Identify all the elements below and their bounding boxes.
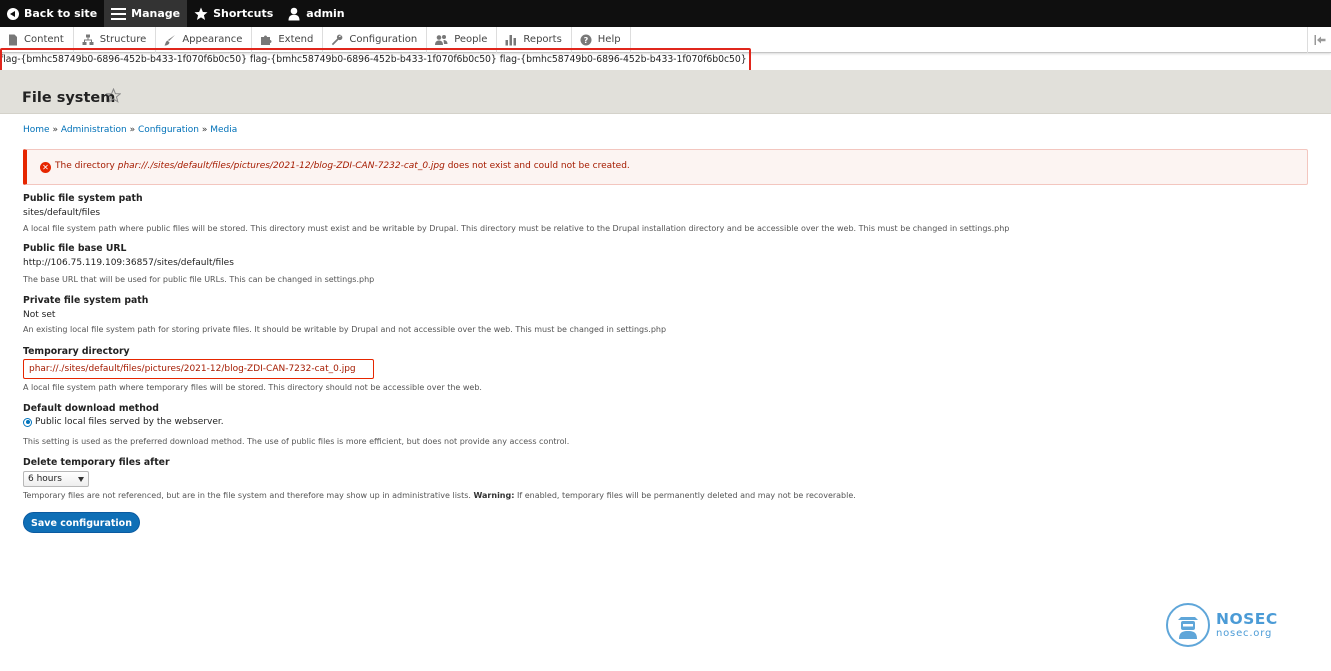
hamburger-icon	[111, 7, 127, 20]
nosec-domain: nosec.org	[1216, 628, 1273, 639]
public-url-value: http://106.75.119.109:36857/sites/defaul…	[23, 258, 234, 268]
radio-selected[interactable]	[23, 417, 32, 427]
delete-temp-label: Delete temporary files after	[23, 457, 170, 468]
delete-temp-desc-warning: Warning:	[473, 491, 515, 500]
delete-temp-desc-suffix: If enabled, temporary files will be perm…	[514, 491, 856, 500]
delete-temp-description: Temporary files are not referenced, but …	[23, 491, 856, 500]
manage-tab[interactable]: Manage	[104, 0, 188, 27]
error-prefix: The directory	[55, 161, 118, 171]
private-path-label: Private file system path	[23, 295, 149, 306]
manage-label: Manage	[131, 7, 181, 20]
breadcrumb: Home » Administration » Configuration » …	[23, 125, 237, 135]
highlight-box	[0, 48, 751, 72]
delete-temp-select[interactable]: 6 hours	[23, 471, 89, 487]
shortcut-star-icon[interactable]	[106, 88, 121, 103]
page-title: File system	[22, 90, 116, 106]
collapse-arrow-icon	[1314, 35, 1325, 45]
breadcrumb-separator: »	[201, 125, 211, 135]
tray-item-label: Configuration	[349, 34, 418, 45]
tray-item-label: Appearance	[182, 34, 243, 45]
tray-item-label: Reports	[523, 34, 562, 45]
tray-item-label: Help	[597, 34, 621, 45]
temp-dir-input[interactable]: phar://./sites/default/files/pictures/20…	[23, 359, 374, 379]
user-icon	[288, 7, 300, 20]
chevron-down-icon	[78, 477, 84, 482]
svg-text:?: ?	[583, 36, 588, 45]
tray-orientation-toggle[interactable]	[1307, 27, 1331, 53]
breadcrumb-administration[interactable]: Administration	[61, 125, 127, 135]
private-path-value: Not set	[23, 310, 56, 320]
puzzle-icon	[261, 35, 272, 45]
download-method-label: Default download method	[23, 403, 159, 414]
public-path-label: Public file system path	[23, 193, 143, 204]
bar-chart-icon	[505, 34, 517, 45]
nosec-logo-icon	[1166, 603, 1210, 647]
breadcrumb-media[interactable]: Media	[210, 125, 237, 135]
breadcrumb-separator: »	[52, 125, 61, 135]
page-header: File system	[0, 70, 1331, 114]
shortcuts-label: Shortcuts	[213, 7, 274, 20]
tray-item-label: People	[454, 34, 488, 45]
structure-icon	[82, 34, 94, 45]
error-path: phar://./sites/default/files/pictures/20…	[117, 161, 445, 171]
public-url-description: The base URL that will be used for publi…	[23, 275, 375, 284]
help-icon: ?	[580, 34, 592, 45]
shortcuts-tab[interactable]: Shortcuts	[187, 0, 280, 27]
breadcrumb-separator: »	[129, 125, 138, 135]
temp-dir-label: Temporary directory	[23, 346, 130, 357]
back-to-site-label: Back to site	[24, 7, 98, 20]
tray-item-label: Structure	[99, 34, 147, 45]
error-suffix: does not exist and could not be created.	[444, 161, 630, 171]
back-arrow-icon	[7, 7, 19, 20]
error-icon: ✕	[40, 162, 51, 173]
error-message: ✕ The directory phar://./sites/default/f…	[23, 149, 1308, 185]
public-path-value: sites/default/files	[23, 208, 101, 218]
breadcrumb-configuration[interactable]: Configuration	[138, 125, 199, 135]
content-icon	[9, 34, 17, 45]
back-to-site-link[interactable]: Back to site	[0, 0, 104, 27]
wrench-icon	[332, 34, 343, 45]
star-icon	[194, 7, 208, 20]
delete-temp-desc-prefix: Temporary files are not referenced, but …	[23, 491, 474, 500]
paintbrush-icon	[164, 34, 176, 45]
download-method-option[interactable]: Public local files served by the webserv…	[23, 417, 224, 427]
error-text: The directory phar://./sites/default/fil…	[55, 161, 630, 171]
private-path-description: An existing local file system path for s…	[23, 325, 667, 334]
breadcrumb-home[interactable]: Home	[23, 125, 50, 135]
tray-item-label: Extend	[278, 34, 314, 45]
tray-item-label: Content	[24, 34, 64, 45]
temp-dir-description: A local file system path where temporary…	[23, 383, 482, 392]
user-label: admin	[306, 7, 345, 20]
nosec-brand: NOSEC	[1216, 610, 1278, 628]
admin-toolbar: Back to site Manage Shortcuts admin	[0, 0, 1331, 27]
delete-temp-selected: 6 hours	[28, 474, 62, 484]
public-url-label: Public file base URL	[23, 243, 127, 254]
download-method-description: This setting is used as the preferred do…	[23, 437, 570, 446]
download-method-option-label: Public local files served by the webserv…	[35, 417, 224, 427]
save-configuration-button[interactable]: Save configuration	[23, 512, 140, 533]
user-tab[interactable]: admin	[280, 0, 351, 27]
nosec-watermark: NOSEC nosec.org	[1166, 603, 1278, 647]
people-icon	[435, 34, 448, 45]
public-path-description: A local file system path where public fi…	[23, 224, 1010, 233]
